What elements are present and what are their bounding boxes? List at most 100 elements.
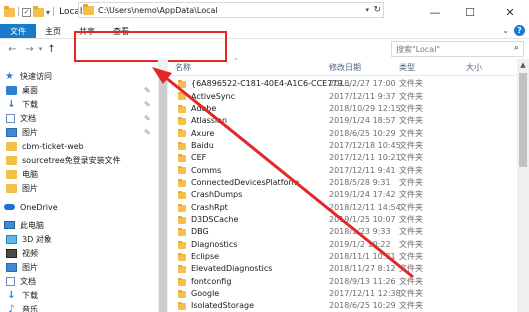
file-type: 文件夹 xyxy=(399,202,423,212)
nav-label: 快速访问 xyxy=(20,71,52,81)
tab-file[interactable]: 文件 xyxy=(0,24,36,38)
file-date: 2019/1/24 17:42 xyxy=(329,190,396,200)
search-placeholder[interactable]: 搜索"Local" xyxy=(396,44,440,55)
file-name: CrashDumps xyxy=(191,190,243,200)
table-row[interactable]: IsolatedStorage 2018/6/25 10:29 文件夹 xyxy=(170,300,517,311)
nav-item-videos[interactable]: 视频 xyxy=(6,246,38,260)
file-date: 2018/6/25 10:29 xyxy=(329,128,396,138)
nav-item-pc-documents[interactable]: 文档 xyxy=(6,274,36,288)
table-row[interactable]: CEF 2017/12/11 10:21 文件夹 xyxy=(170,152,517,163)
toolbar-dropdown-icon[interactable]: ▾ xyxy=(46,8,50,17)
new-folder-icon[interactable] xyxy=(33,5,45,17)
table-row[interactable]: CrashRpt 2018/12/11 14:54 文件夹 xyxy=(170,202,517,213)
table-row[interactable]: D3DSCache 2019/1/25 10:07 文件夹 xyxy=(170,214,517,225)
file-list-scroll-thumb[interactable] xyxy=(519,73,527,167)
maximize-button[interactable]: ☐ xyxy=(453,0,487,24)
table-row[interactable]: Eclipse 2018/11/1 10:31 文件夹 xyxy=(170,251,517,262)
video-icon xyxy=(6,248,17,258)
picture-icon xyxy=(6,262,17,272)
nav-item-3d-objects[interactable]: 3D 对象 xyxy=(6,232,52,246)
nav-item-pictures-folder[interactable]: 图片 xyxy=(6,181,38,195)
recent-locations-icon[interactable]: ▾ xyxy=(36,45,45,53)
pin-icon[interactable]: ✎ xyxy=(144,100,151,109)
forward-arrow-icon[interactable]: → xyxy=(23,44,36,55)
nav-item-pc-pictures[interactable]: 图片 xyxy=(6,260,38,274)
search-icon[interactable]: ⌕ xyxy=(514,43,519,53)
nav-item-music[interactable]: ♪ 音乐 xyxy=(6,302,38,312)
pin-icon[interactable]: ✎ xyxy=(144,86,151,95)
table-row[interactable]: Diagnostics 2019/1/2 10:22 文件夹 xyxy=(170,239,517,250)
folder-icon xyxy=(178,141,186,150)
tab-home[interactable]: 主页 xyxy=(36,24,70,38)
column-header-date[interactable]: 修改日期 xyxy=(329,62,361,73)
file-type: 文件夹 xyxy=(399,128,423,138)
table-row[interactable]: Google 2017/12/11 12:38 文件夹 xyxy=(170,288,517,299)
column-header-name[interactable]: 名称 xyxy=(175,62,191,73)
folder-icon xyxy=(178,80,186,88)
nav-item-cbm-ticket-web[interactable]: cbm-ticket-web xyxy=(6,139,84,153)
table-row[interactable]: fontconfig 2018/9/13 11:26 文件夹 xyxy=(170,276,517,287)
file-list: {6A896522-C181-40E4-A1C6-CCE779... 2018/2… xyxy=(170,78,517,312)
file-date: 2017/12/11 9:37 xyxy=(329,91,396,101)
navigation-pane: ★ 快速访问 桌面 ✎ ↓ 下载 ✎ 文档 ✎ 图片 ✎ cbm-ticket-… xyxy=(0,59,169,312)
folder-icon xyxy=(178,92,186,101)
nav-this-pc[interactable]: 此电脑 xyxy=(4,218,44,232)
ribbon-right-controls: ⌄ ? xyxy=(502,25,525,36)
nav-item-desktop[interactable]: 桌面 xyxy=(6,83,38,97)
refresh-icon[interactable]: ↻ xyxy=(373,5,381,15)
back-arrow-icon[interactable]: ← xyxy=(6,44,19,55)
desktop-icon xyxy=(6,85,17,95)
properties-check-icon[interactable]: ✓ xyxy=(22,7,32,17)
download-icon: ↓ xyxy=(7,289,16,301)
scroll-up-arrow-icon[interactable]: ▲ xyxy=(517,61,529,69)
column-header-size[interactable]: 大小 xyxy=(466,62,482,73)
table-row[interactable]: Axure 2018/6/25 10:29 文件夹 xyxy=(170,127,517,138)
expand-ribbon-icon[interactable]: ⌄ xyxy=(502,26,509,35)
table-row[interactable]: Baidu 2017/12/18 10:45 文件夹 xyxy=(170,140,517,151)
nav-item-pc-downloads[interactable]: ↓ 下载 xyxy=(6,288,38,302)
search-box[interactable]: 搜索"Local" ⌕ xyxy=(391,41,524,57)
nav-item-sourcetree[interactable]: sourcetree免登录安装文件 xyxy=(6,153,121,167)
nav-pane-scroll-thumb[interactable] xyxy=(159,76,167,312)
sort-caret-icon: ⌃ xyxy=(233,57,239,65)
nav-quick-access[interactable]: ★ 快速访问 xyxy=(4,69,52,83)
table-row[interactable]: Comms 2017/12/11 9:41 文件夹 xyxy=(170,164,517,175)
nav-item-documents[interactable]: 文档 xyxy=(6,111,36,125)
address-bar[interactable]: C:\Users\nemo\AppData\Local ▾ ↻ xyxy=(78,2,384,18)
file-type: 文件夹 xyxy=(399,165,423,175)
minimize-button[interactable]: — xyxy=(418,0,452,24)
quick-access-toolbar: | ✓ ▾ | xyxy=(4,5,55,17)
file-name: Axure xyxy=(191,128,215,138)
file-list-scrollbar[interactable]: ▲ xyxy=(517,59,529,312)
close-button[interactable]: ✕ xyxy=(493,0,527,24)
file-date: 2018/10/29 12:15 xyxy=(329,103,401,113)
address-path[interactable]: C:\Users\nemo\AppData\Local xyxy=(98,6,218,15)
nav-onedrive[interactable]: OneDrive xyxy=(4,200,58,214)
pin-icon[interactable]: ✎ xyxy=(144,114,151,123)
table-row[interactable]: ActiveSync 2017/12/11 9:37 文件夹 xyxy=(170,90,517,101)
file-date: 2018/11/1 10:31 xyxy=(329,252,396,262)
file-type: 文件夹 xyxy=(399,116,423,126)
annotation-highlight-box xyxy=(74,31,227,62)
table-row[interactable]: Adobe 2018/10/29 12:15 文件夹 xyxy=(170,103,517,114)
folder-icon xyxy=(6,183,17,193)
nav-item-downloads[interactable]: ↓ 下载 xyxy=(6,97,38,111)
pin-icon[interactable]: ✎ xyxy=(144,128,151,137)
file-name: {6A896522-C181-40E4-A1C6-CCE779... xyxy=(191,79,351,89)
table-row[interactable]: Atlassian 2019/1/24 18:57 文件夹 xyxy=(170,115,517,126)
file-date: 2018/12/11 14:54 xyxy=(329,202,401,212)
help-icon[interactable]: ? xyxy=(514,25,525,36)
table-row[interactable]: DBG 2018/1/23 9:33 文件夹 xyxy=(170,226,517,237)
column-header-type[interactable]: 类型 xyxy=(399,62,415,73)
folder-icon xyxy=(178,129,186,138)
file-type: 文件夹 xyxy=(399,252,423,262)
table-row[interactable]: ConnectedDevicesPlatform 2018/5/28 9:31 文件… xyxy=(170,177,517,188)
nav-item-computer-folder[interactable]: 电脑 xyxy=(6,167,38,181)
table-row[interactable]: {6A896522-C181-40E4-A1C6-CCE779... 2018/2… xyxy=(170,78,517,89)
up-arrow-icon[interactable]: ↑ xyxy=(45,44,58,55)
table-row[interactable]: CrashDumps 2019/1/24 17:42 文件夹 xyxy=(170,189,517,200)
nav-item-pictures[interactable]: 图片 xyxy=(6,125,38,139)
address-dropdown-icon[interactable]: ▾ xyxy=(365,6,369,14)
file-date: 2017/12/18 10:45 xyxy=(329,140,401,150)
table-row[interactable]: ElevatedDiagnostics 2018/11/27 8:12 文件夹 xyxy=(170,263,517,274)
